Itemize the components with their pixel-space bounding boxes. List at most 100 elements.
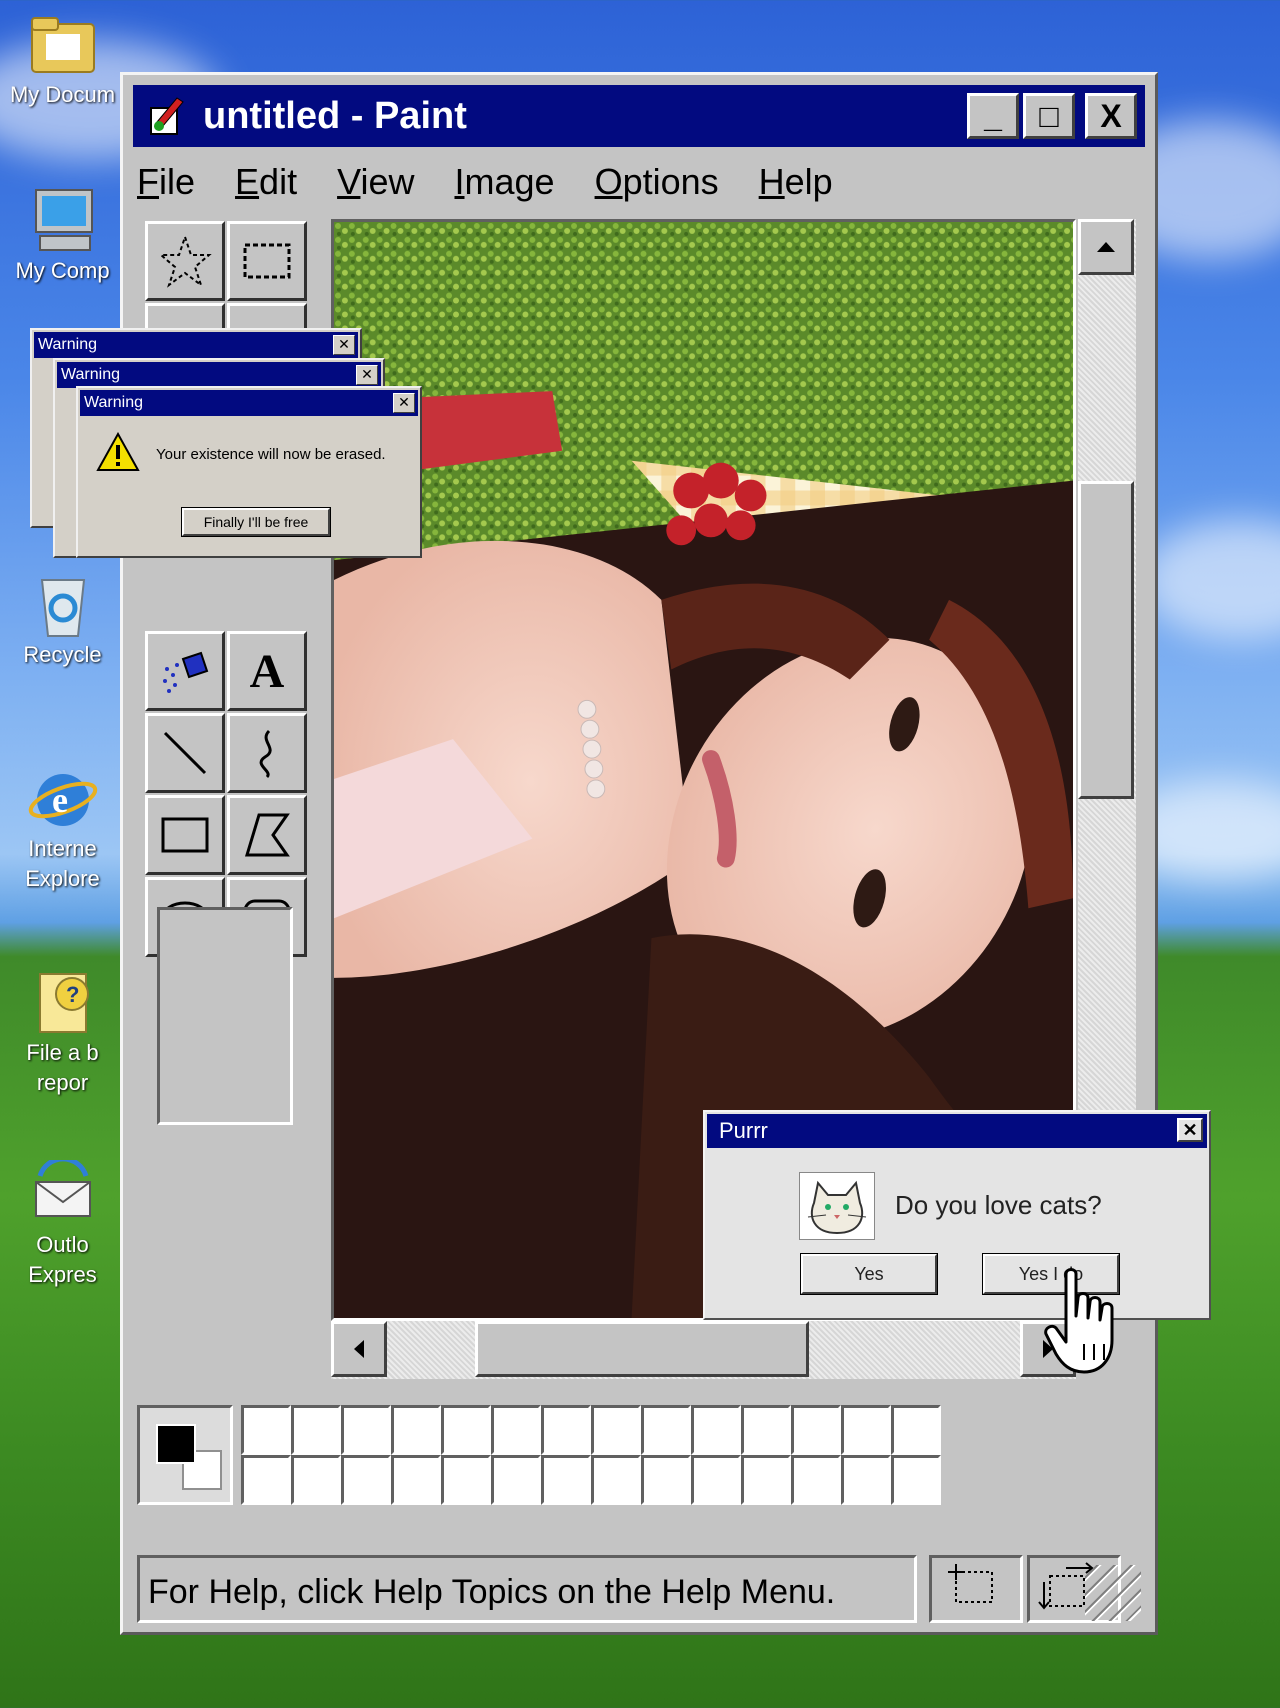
dialog-close-button[interactable]: ✕ — [356, 365, 378, 385]
dialog-title: Warning — [61, 366, 120, 383]
palette-swatch[interactable] — [641, 1455, 691, 1505]
svg-text:e: e — [52, 780, 68, 820]
rectangle-tool[interactable] — [145, 795, 225, 875]
palette-swatch[interactable] — [491, 1455, 541, 1505]
internet-explorer-icon: e — [26, 764, 100, 834]
menu-edit[interactable]: Edit — [235, 157, 297, 207]
yes-button[interactable]: Yes — [800, 1253, 938, 1295]
palette-swatch[interactable] — [591, 1405, 641, 1455]
palette-swatch[interactable] — [841, 1455, 891, 1505]
palette-swatch[interactable] — [541, 1455, 591, 1505]
desktop-icon-my-computer[interactable]: My Comp — [0, 186, 125, 286]
dialog-title: Warning — [84, 394, 143, 411]
menu-help[interactable]: Help — [759, 157, 833, 207]
palette-swatch[interactable] — [341, 1405, 391, 1455]
dialog-close-button[interactable]: ✕ — [393, 393, 415, 413]
rect-select-icon — [243, 243, 291, 279]
palette-swatch[interactable] — [691, 1455, 741, 1505]
dialog-title-bar[interactable]: Warning ✕ — [57, 362, 381, 388]
maximize-icon: □ — [1039, 97, 1059, 134]
scroll-up-button[interactable] — [1078, 219, 1134, 275]
horizontal-scrollbar[interactable] — [331, 1321, 1076, 1379]
recycle-bin-icon — [26, 570, 100, 640]
palette-swatch[interactable] — [391, 1455, 441, 1505]
cursor-position-icon — [948, 1564, 993, 1603]
palette-swatch[interactable] — [891, 1405, 941, 1455]
palette-swatch[interactable] — [291, 1455, 341, 1505]
palette-swatch[interactable] — [541, 1405, 591, 1455]
window-title: untitled - Paint — [203, 94, 467, 137]
text-tool[interactable]: A — [227, 631, 307, 711]
line-tool[interactable] — [145, 713, 225, 793]
palette-swatch[interactable] — [841, 1405, 891, 1455]
palette-swatch[interactable] — [791, 1405, 841, 1455]
dialog-title-bar[interactable]: Warning ✕ — [80, 390, 418, 416]
finally-free-button[interactable]: Finally I'll be free — [181, 507, 331, 537]
palette-swatch[interactable] — [441, 1455, 491, 1505]
resize-grip[interactable] — [1085, 1565, 1141, 1621]
desktop-icon-outlook-express[interactable]: Outlo Expres — [0, 1156, 125, 1290]
free-form-select-tool[interactable] — [145, 221, 225, 301]
arrow-up-icon — [1097, 242, 1115, 252]
polygon-icon — [244, 813, 290, 857]
palette-swatch[interactable] — [641, 1405, 691, 1455]
dialog-title: Warning — [38, 336, 97, 353]
menu-image[interactable]: Image — [454, 157, 554, 207]
horizontal-scroll-thumb[interactable] — [475, 1321, 809, 1377]
desktop-icon-label: File a b repor — [26, 1040, 99, 1095]
palette-swatch[interactable] — [691, 1405, 741, 1455]
menu-view[interactable]: View — [337, 157, 414, 207]
current-colors[interactable] — [137, 1405, 233, 1505]
close-icon: X — [1100, 97, 1122, 134]
menu-bar: File Edit View Image Options Help — [137, 157, 873, 207]
palette-swatch[interactable] — [391, 1405, 441, 1455]
vertical-scroll-thumb[interactable] — [1078, 481, 1134, 799]
rect-select-tool[interactable] — [227, 221, 307, 301]
warning-dialog-front: Warning ✕ Your existence will now be eras… — [76, 386, 422, 558]
computer-icon — [26, 186, 100, 256]
minimize-button[interactable]: _ — [967, 93, 1019, 139]
status-position-cell — [929, 1555, 1023, 1623]
palette-swatch[interactable] — [891, 1455, 941, 1505]
dialog-close-button[interactable]: ✕ — [1177, 1118, 1203, 1142]
palette-swatch[interactable] — [241, 1405, 291, 1455]
hand-cursor-icon — [1044, 1268, 1140, 1381]
menu-file[interactable]: File — [137, 157, 195, 207]
desktop-icon-label: My Docum — [9, 82, 116, 107]
dialog-message: Do you love cats? — [895, 1190, 1102, 1220]
palette-swatch[interactable] — [291, 1405, 341, 1455]
palette-swatch[interactable] — [441, 1405, 491, 1455]
desktop-icon-label: Interne Explore — [25, 836, 100, 891]
palette-swatch[interactable] — [741, 1455, 791, 1505]
maximize-button[interactable]: □ — [1023, 93, 1075, 139]
title-bar[interactable]: untitled - Paint _ □ X — [133, 85, 1145, 147]
dialog-title-bar[interactable]: Warning ✕ — [34, 332, 358, 358]
desktop-icon-internet-explorer[interactable]: e Interne Explore — [0, 764, 125, 894]
palette-swatch[interactable] — [741, 1405, 791, 1455]
palette-swatch[interactable] — [791, 1455, 841, 1505]
curve-tool[interactable] — [227, 713, 307, 793]
dialog-close-button[interactable]: ✕ — [333, 335, 355, 355]
menu-options[interactable]: Options — [595, 157, 719, 207]
cat-icon — [799, 1172, 875, 1240]
palette-swatch[interactable] — [241, 1455, 291, 1505]
airbrush-icon — [163, 651, 209, 693]
desktop-icon-my-documents[interactable]: My Docum — [0, 10, 125, 110]
palette-swatch[interactable] — [591, 1455, 641, 1505]
palette-swatch[interactable] — [491, 1405, 541, 1455]
color-palette — [137, 1405, 945, 1505]
folder-icon — [26, 10, 100, 80]
status-bar: For Help, click Help Topics on the Help … — [137, 1555, 1141, 1623]
scroll-left-button[interactable] — [331, 1321, 387, 1377]
dialog-title-bar[interactable]: Purrr ✕ — [707, 1114, 1207, 1148]
close-button[interactable]: X — [1085, 93, 1137, 139]
dialog-title: Purrr — [719, 1118, 768, 1143]
desktop-icon-label: Recycle — [23, 642, 102, 667]
tool-options-panel[interactable] — [157, 907, 293, 1125]
desktop-icon-file-bug-report[interactable]: ? File a b repor — [0, 968, 125, 1098]
desktop-icon-recycle-bin[interactable]: Recycle — [0, 570, 125, 670]
palette-swatch[interactable] — [341, 1455, 391, 1505]
airbrush-tool[interactable] — [145, 631, 225, 711]
polygon-tool[interactable] — [227, 795, 307, 875]
paint-window: untitled - Paint _ □ X File Edit View Im… — [120, 72, 1158, 1635]
